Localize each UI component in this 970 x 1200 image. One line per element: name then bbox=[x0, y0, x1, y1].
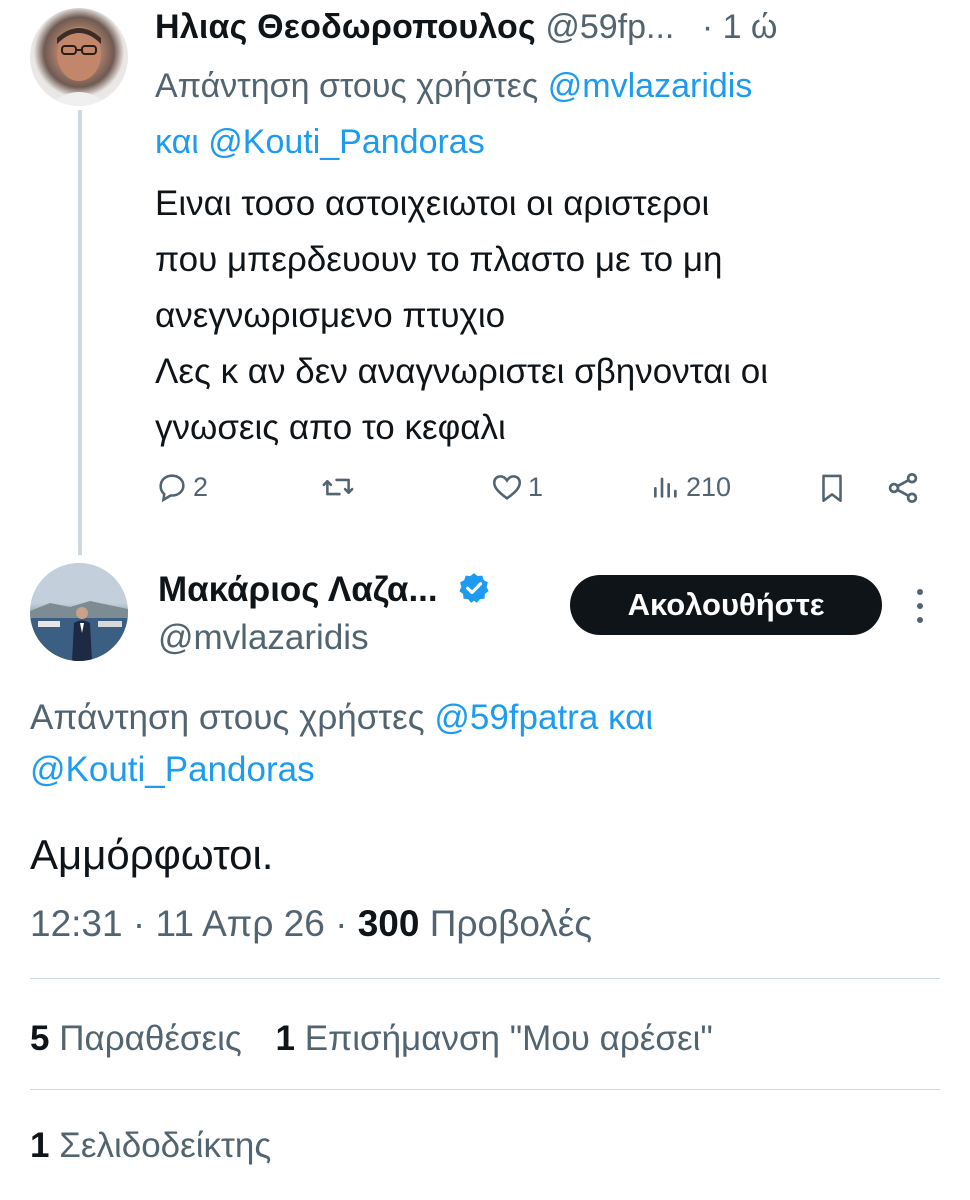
tweet-meta: 12:31 · 11 Απρ 26 · 300 Προβολές bbox=[30, 900, 592, 948]
tweet-time[interactable]: 12:31 bbox=[30, 903, 123, 944]
share-button[interactable] bbox=[885, 470, 921, 506]
author-handle[interactable]: @59fp... bbox=[545, 8, 674, 46]
bookmarks-stat[interactable]: 1 Σελιδοδείκτης bbox=[30, 1122, 271, 1170]
likes-label: Επισήμανση "Μου αρέσει" bbox=[304, 1019, 713, 1058]
meta-separator: · bbox=[335, 903, 358, 944]
bookmarks-label: Σελιδοδείκτης bbox=[59, 1126, 272, 1165]
quotes-label: Παραθέσεις bbox=[59, 1019, 242, 1058]
reply-icon bbox=[159, 474, 185, 503]
meta-separator: · bbox=[132, 903, 156, 944]
quotes-count: 5 bbox=[30, 1019, 50, 1058]
likes-count: 1 bbox=[275, 1019, 295, 1058]
follow-button[interactable]: Ακολουθήστε bbox=[570, 575, 882, 635]
views-button[interactable]: 210 bbox=[650, 470, 731, 504]
views-icon bbox=[654, 477, 677, 498]
reply-context: Απάντηση στους χρήστες @59fpatra και @Ko… bbox=[30, 692, 930, 796]
reply-button[interactable]: 2 bbox=[155, 470, 208, 504]
quotes-stat[interactable]: 5 Παραθέσεις bbox=[30, 1019, 252, 1058]
mention-link[interactable]: @Kouti_Pandoras bbox=[30, 750, 315, 789]
tweet-date[interactable]: 11 Απρ 26 bbox=[155, 903, 324, 944]
more-options-icon bbox=[917, 589, 923, 623]
tweet-text-line: γνωσεις απο το κεφαλι bbox=[155, 408, 506, 447]
tweet-action-bar: 2 1 210 bbox=[155, 470, 935, 516]
views-count: 300 bbox=[357, 903, 420, 944]
tweet-text-line: ανεγνωρισμενο πτυχιο bbox=[155, 296, 506, 335]
mention-link[interactable]: @59fpatra bbox=[434, 698, 598, 737]
like-count: 1 bbox=[528, 471, 544, 502]
divider bbox=[30, 978, 940, 979]
like-icon bbox=[492, 475, 522, 500]
engagement-stats-row: 5 Παραθέσεις 1 Επισήμανση "Μου αρέσει" bbox=[30, 1015, 713, 1063]
tweet-text: Ειναι τοσο αστοιχειωτοι οι αριστεροι που… bbox=[155, 176, 945, 456]
mention-link[interactable]: @Kouti_Pandoras bbox=[208, 123, 484, 161]
tweet-text-line: που μπερδευουν το πλαστο με το μη bbox=[155, 240, 723, 279]
more-options-button[interactable] bbox=[908, 584, 932, 628]
repost-icon bbox=[322, 478, 354, 496]
author-name[interactable]: Ηλιας Θεοδωροπουλος bbox=[155, 8, 536, 46]
tweet-header: Ηλιας Θεοδωροπουλος @59fp... · 1 ώ bbox=[155, 6, 777, 48]
share-icon bbox=[888, 473, 918, 503]
reply-connector: και bbox=[155, 123, 199, 161]
likes-stat[interactable]: 1 Επισήμανση "Μου αρέσει" bbox=[276, 1019, 713, 1058]
like-button[interactable]: 1 bbox=[490, 470, 543, 504]
reply-context: Απάντηση στους χρήστες @mvlazaridis και … bbox=[155, 58, 935, 170]
views-count: 210 bbox=[686, 471, 732, 502]
divider bbox=[30, 1089, 940, 1090]
thread-connector-line bbox=[78, 110, 82, 555]
views-label: Προβολές bbox=[429, 903, 593, 944]
tweet-text-line: Λες κ αν δεν αναγνωριστει σβηνονται οι bbox=[155, 352, 769, 391]
author-name-row: Μακάριος Λαζα... bbox=[158, 566, 491, 614]
reply-count: 2 bbox=[193, 471, 209, 502]
mention-link[interactable]: @mvlazaridis bbox=[548, 67, 753, 105]
reply-prefix: Απάντηση στους χρήστες bbox=[30, 698, 425, 737]
author-name[interactable]: Μακάριος Λαζα... bbox=[158, 570, 438, 609]
author-avatar[interactable] bbox=[30, 8, 128, 106]
reply-connector: και bbox=[608, 698, 654, 737]
repost-button[interactable] bbox=[320, 470, 360, 504]
tweet-time[interactable]: · 1 ώ bbox=[702, 8, 778, 46]
verified-badge-icon bbox=[459, 573, 489, 603]
bookmark-icon bbox=[822, 474, 842, 503]
tweet-text: Αμμόρφωτοι. bbox=[30, 831, 274, 878]
bookmark-button[interactable] bbox=[815, 470, 849, 506]
bookmarks-count: 1 bbox=[30, 1126, 50, 1165]
tweet-text-line: Ειναι τοσο αστοιχειωτοι οι αριστεροι bbox=[155, 184, 710, 223]
reply-prefix: Απάντηση στους χρήστες bbox=[155, 67, 539, 105]
author-handle[interactable]: @mvlazaridis bbox=[158, 614, 369, 662]
author-avatar[interactable] bbox=[30, 563, 128, 661]
